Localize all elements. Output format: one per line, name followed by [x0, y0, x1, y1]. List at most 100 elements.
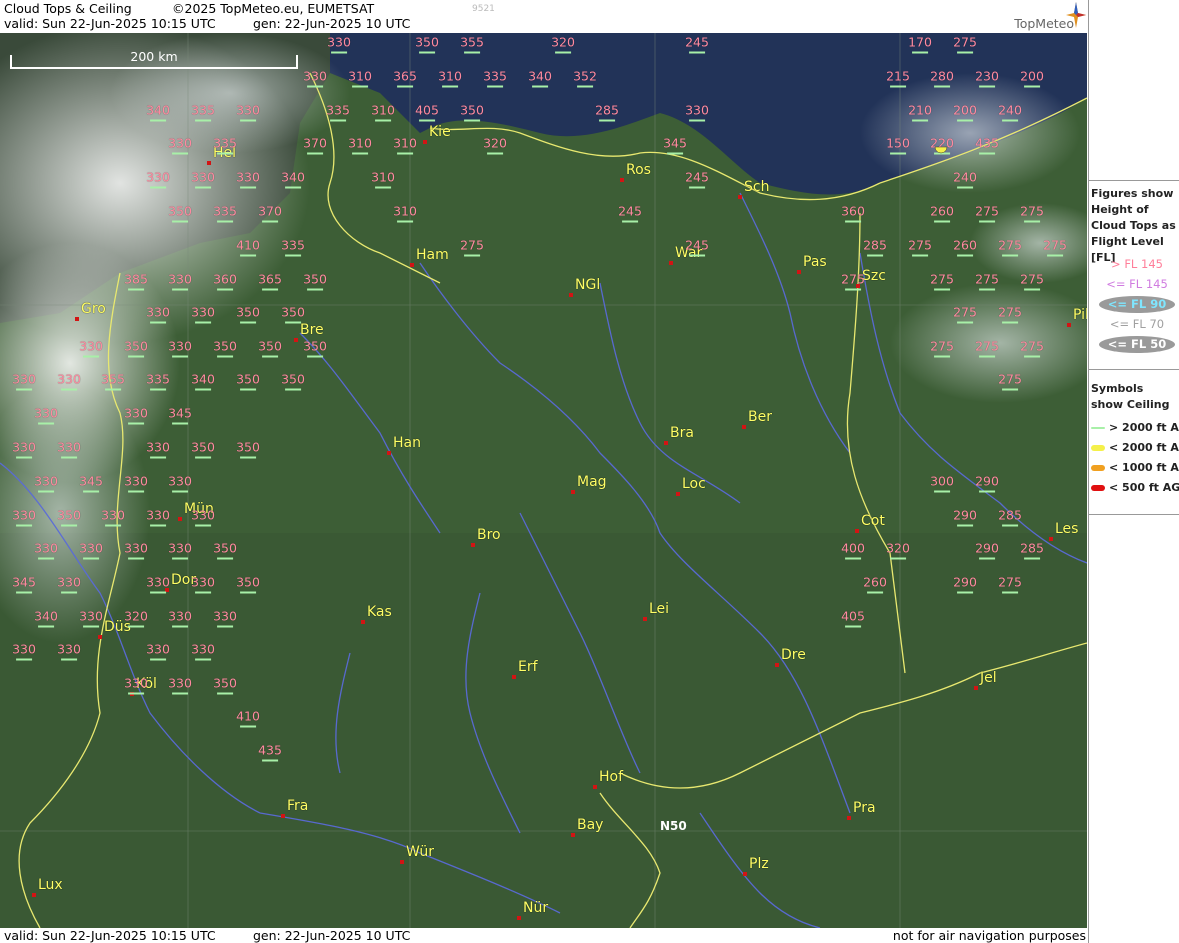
city-dot-icon: [974, 686, 978, 690]
cloud-top-value: 330: [12, 371, 36, 391]
cloud-top-value: 245: [685, 169, 709, 189]
legend-panel: Figures show Height of Cloud Tops as Fli…: [1088, 0, 1179, 943]
city-label: Lei: [649, 601, 670, 617]
cloud-top-value: 275: [975, 338, 999, 358]
city-dot-icon: [643, 617, 647, 621]
city-label: Sch: [744, 179, 770, 195]
cloud-top-value: 200: [1020, 68, 1044, 88]
topmeteo-logo[interactable]: TopMeteo: [994, 2, 1086, 32]
cloud-top-value: 350: [303, 338, 327, 358]
cloud-top-value: 210: [908, 102, 932, 122]
cloud-top-value: 275: [998, 304, 1022, 324]
cloud-top-value: 310: [348, 68, 372, 88]
cloud-top-value: 330: [685, 102, 709, 122]
city-label: Ber: [748, 409, 772, 425]
cloud-top-value: 350: [460, 102, 484, 122]
cloud-top-value: 275: [998, 371, 1022, 391]
cloud-top-value: 170: [908, 34, 932, 54]
cloud-top-value: 350: [236, 574, 260, 594]
cloud-top-value: 435: [258, 742, 282, 762]
city-dot-icon: [855, 529, 859, 533]
city-dot-icon: [569, 293, 573, 297]
city-dot-icon: [1049, 537, 1053, 541]
cloud-top-value: 320: [886, 540, 910, 560]
cloud-top-value: 345: [663, 135, 687, 155]
cloud-top-value: 330: [12, 641, 36, 661]
cloud-top-value: 345: [168, 405, 192, 425]
city-label: Bro: [477, 527, 501, 543]
scale-bar: 200 km: [10, 49, 298, 69]
city-label: Pra: [853, 800, 876, 816]
city-dot-icon: [423, 140, 427, 144]
cloud-top-value: 350: [258, 338, 282, 358]
cloud-top-value: 360: [213, 271, 237, 291]
city-dot-icon: [75, 317, 79, 321]
cloud-top-value: 310: [348, 135, 372, 155]
footer-valid-time: valid: Sun 22-Jun-2025 10:15 UTC: [4, 928, 216, 943]
city-label: Han: [393, 435, 421, 451]
cloud-top-value: 335: [326, 102, 350, 122]
cloud-top-value: 275: [975, 271, 999, 291]
cloud-top-value: 275: [953, 304, 977, 324]
cloud-top-value: 350: [57, 507, 81, 527]
city-dot-icon: [207, 161, 211, 165]
cloud-top-value: 240: [998, 102, 1022, 122]
cloud-top-value: 330: [57, 574, 81, 594]
cloud-top-value: 352: [573, 68, 597, 88]
valid-time: valid: Sun 22-Jun-2025 10:15 UTC: [4, 16, 216, 31]
city-label: Erf: [518, 659, 538, 675]
cloud-top-value: 330: [79, 608, 103, 628]
cloud-top-value: 240: [953, 169, 977, 189]
cloud-top-value: 330: [146, 507, 170, 527]
satellite-map[interactable]: 200 km N50 Hel Kie Ros Sch Ham War Pas Szc NGl Gr…: [0, 33, 1087, 928]
scale-label: 200 km: [130, 49, 178, 64]
city-label: Jel: [980, 670, 997, 686]
cloud-top-value: 410: [236, 237, 260, 257]
cloud-top-value: 335: [146, 371, 170, 391]
city-label: Plz: [749, 856, 769, 872]
city-label: Bra: [670, 425, 694, 441]
cloud-top-value: 330: [191, 641, 215, 661]
cloud-top-value: 330: [146, 574, 170, 594]
cloud-top-value: 275: [998, 574, 1022, 594]
cloud-top-value: 150: [886, 135, 910, 155]
cloud-top-value: 285: [998, 507, 1022, 527]
city-dot-icon: [742, 425, 746, 429]
cloud-top-value: 385: [124, 271, 148, 291]
cloud-top-value: 330: [191, 507, 215, 527]
city-dot-icon: [571, 490, 575, 494]
cloud-top-value: 350: [213, 540, 237, 560]
cloud-top-value: 330: [79, 540, 103, 560]
city-dot-icon: [517, 916, 521, 920]
cloud-top-value: 230: [975, 68, 999, 88]
legend-figures-title: Figures show Height of Cloud Tops as Fli…: [1091, 187, 1176, 264]
city-label: Hof: [599, 769, 624, 785]
city-label: Ros: [626, 162, 651, 178]
cloud-top-value: 275: [998, 237, 1022, 257]
ceiling-swatch-icon: [1091, 445, 1105, 451]
cloud-top-value: 290: [975, 473, 999, 493]
cloud-top-value: 330: [124, 675, 148, 695]
cloud-top-value: 275: [930, 338, 954, 358]
cloud-top-value: 200: [953, 102, 977, 122]
cloud-top-value: 350: [191, 439, 215, 459]
city-label: Szc: [862, 268, 886, 284]
city-label: Lux: [38, 877, 63, 893]
disclaimer-text: not for air navigation purposes: [892, 928, 1086, 943]
logo-text: TopMeteo: [1014, 16, 1074, 31]
cloud-top-value: 320: [483, 135, 507, 155]
cloud-top-value: 275: [930, 271, 954, 291]
cloud-top-value: 435: [975, 135, 999, 155]
cloud-top-value: 260: [863, 574, 887, 594]
city-dot-icon: [387, 451, 391, 455]
cloud-top-value: 290: [975, 540, 999, 560]
cloud-top-value: 340: [34, 608, 58, 628]
cloud-top-value: 330: [34, 540, 58, 560]
cloud-top-value: 330: [57, 641, 81, 661]
city-dot-icon: [361, 620, 365, 624]
city-dot-icon: [620, 178, 624, 182]
city-dot-icon: [797, 270, 801, 274]
cloud-top-value: 330: [168, 608, 192, 628]
cloud-top-value: 335: [191, 102, 215, 122]
cloud-top-value: 310: [393, 135, 417, 155]
